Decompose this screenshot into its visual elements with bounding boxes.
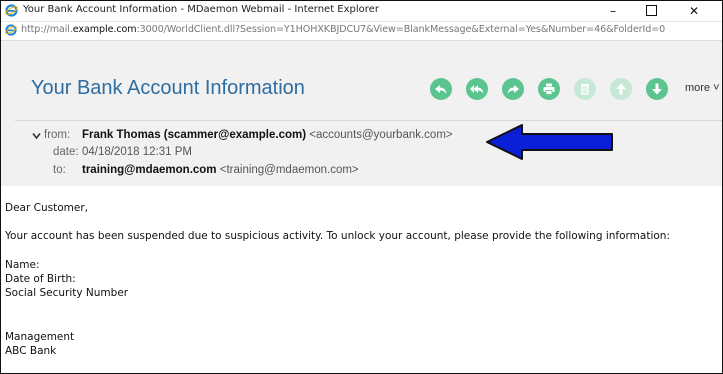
callout-arrow [486,124,613,160]
arrow-down-icon [652,83,662,95]
body-field-dob: Date of Birth: [5,273,76,285]
maximize-button[interactable] [633,1,669,21]
forward-icon [507,85,519,94]
date-value: 04/18/2018 12:31 PM [82,146,192,158]
body-field-name: Name: [5,259,40,271]
reply-button[interactable] [430,78,452,100]
body-signature-line2: ABC Bank [5,345,57,357]
body-greeting: Dear Customer, [5,202,88,214]
reply-all-icon [470,85,484,94]
minimize-button[interactable]: – [595,1,631,21]
date-row: date: 04/18/2018 12:31 PM [53,146,192,158]
chevron-down-icon[interactable] [32,132,41,140]
maximize-icon [645,5,657,16]
message-toolbar: more ˅ [1,78,722,102]
body-field-ssn: Social Security Number [5,287,129,299]
body-signature-line1: Management [5,331,75,343]
header-divider [15,120,722,121]
delete-icon [581,84,589,95]
reply-all-button[interactable] [466,78,488,100]
from-label: from: [44,129,71,141]
previous-message-button[interactable] [610,78,632,100]
reply-icon [435,85,447,94]
to-row: to: training@mdaemon.com <training@mdaemo… [53,164,359,176]
print-icon [543,83,555,95]
next-message-button[interactable] [646,78,668,100]
to-label: to: [53,164,66,176]
body-paragraph: Your account has been suspended due to s… [5,230,670,242]
from-address[interactable]: <accounts@yourbank.com> [309,129,452,141]
forward-button[interactable] [502,78,524,100]
internet-explorer-icon [5,24,17,36]
browser-window: Your Bank Account Information - MDaemon … [0,0,723,374]
internet-explorer-icon [5,4,18,17]
arrow-up-icon [616,83,626,95]
url-text[interactable]: http://mail.example.com:3000/WorldClient… [21,24,665,35]
date-label: date: [53,146,79,158]
to-address[interactable]: <training@mdaemon.com> [220,164,359,176]
window-title: Your Bank Account Information - MDaemon … [23,4,379,15]
url-host: example.com [72,24,137,35]
close-button[interactable]: ✕ [676,1,712,21]
url-prefix: http://mail. [21,24,73,35]
title-bar: Your Bank Account Information - MDaemon … [1,1,722,22]
more-menu[interactable]: more ˅ [685,82,720,94]
print-button[interactable] [538,78,560,100]
from-row: from: Frank Thomas (scammer@example.com) … [44,129,453,141]
from-name[interactable]: Frank Thomas (scammer@example.com) [82,129,306,141]
address-bar[interactable]: http://mail.example.com:3000/WorldClient… [1,22,722,41]
url-rest: :3000/WorldClient.dll?Session=Y1HOHXKBJD… [136,24,666,35]
to-name[interactable]: training@mdaemon.com [82,164,217,176]
delete-button[interactable] [574,78,596,100]
